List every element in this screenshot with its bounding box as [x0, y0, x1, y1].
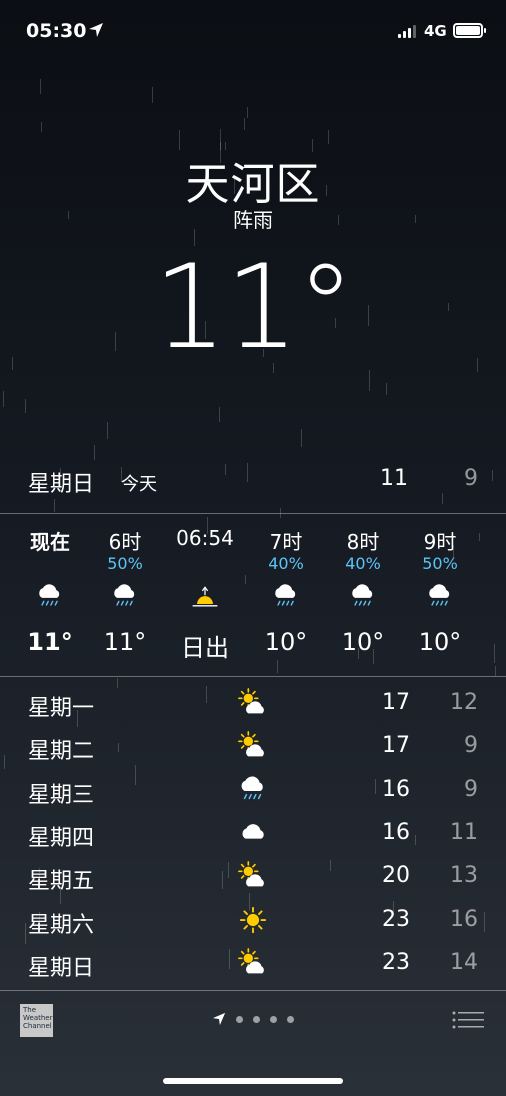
hour-time: 1( — [478, 526, 506, 550]
page-indicator[interactable] — [212, 1012, 294, 1026]
daily-forecast-row: 星期六 23 16 — [0, 899, 506, 942]
city-name: 天河区 — [185, 159, 321, 210]
today-day: 星期日 — [28, 472, 95, 497]
day-name: 星期五 — [28, 869, 95, 895]
hour-value: 11° — [103, 628, 147, 656]
hour-time: 现在 — [30, 530, 70, 554]
day-low: 16 — [450, 906, 478, 932]
today-label: 今天 — [121, 474, 157, 495]
status-time: 05:30 — [26, 20, 87, 42]
rain-cloud-icon — [110, 582, 140, 612]
precipitation-chance: 40% — [268, 554, 304, 573]
day-high: 16 — [382, 819, 410, 845]
weather-condition: 阵雨 — [233, 208, 273, 232]
page-dot[interactable] — [236, 1015, 243, 1023]
day-low: 11 — [450, 819, 478, 845]
hour-time: 6时 — [108, 530, 142, 554]
partly-cloudy-icon — [236, 688, 270, 718]
rain-cloud-icon — [35, 582, 65, 612]
status-bar: 05:30 4G — [0, 0, 506, 60]
hourly-forecast-scroller[interactable]: 现在 11° 6时 50% 11° 06:54 日出 7时 40% 10° 8时… — [0, 514, 506, 676]
today-high: 11 — [380, 466, 408, 491]
precipitation-chance: 50% — [422, 554, 458, 573]
home-indicator[interactable] — [163, 1078, 343, 1084]
hour-value: 日出 — [181, 634, 229, 662]
daily-forecast-row: 星期四 16 11 — [0, 812, 506, 855]
hour-value: 10° — [264, 628, 308, 656]
current-temperature: 11° — [153, 240, 355, 375]
hour-time: 9时 — [423, 530, 457, 554]
hour-value: 10° — [341, 628, 385, 656]
hour-time: 06:54 — [176, 526, 234, 550]
day-name: 星期四 — [28, 825, 95, 851]
daily-forecast-row: 星期日 23 14 — [0, 942, 506, 985]
day-high: 20 — [382, 863, 410, 889]
hour-value: 1 — [478, 628, 506, 656]
hour-value: 10° — [418, 628, 462, 656]
battery-icon — [453, 23, 486, 38]
daily-forecast-row: 星期五 20 13 — [0, 855, 506, 898]
today-low: 9 — [464, 466, 478, 491]
cloud-icon — [236, 818, 270, 848]
precipitation-chance: 5 — [478, 554, 506, 573]
precipitation-chance: 50% — [107, 554, 143, 573]
day-low: 9 — [464, 733, 478, 759]
bottom-toolbar: The Weather Channel — [0, 990, 506, 1052]
day-high: 16 — [382, 776, 410, 802]
day-high: 23 — [382, 949, 410, 975]
day-name: 星期一 — [28, 696, 95, 721]
daily-forecast-row: 星期三 16 9 — [0, 769, 506, 812]
hour-time: 7时 — [269, 530, 303, 554]
sun-icon — [236, 905, 270, 935]
day-low: 9 — [464, 776, 478, 802]
rain-cloud-icon — [425, 582, 455, 612]
location-arrow-icon — [89, 23, 103, 37]
partly-cloudy-icon — [236, 947, 270, 978]
day-high: 17 — [382, 690, 410, 715]
network-type: 4G — [424, 22, 447, 40]
page-dot[interactable] — [287, 1015, 294, 1023]
daily-forecast-row: 星期二 17 9 — [0, 725, 506, 768]
weather-channel-logo[interactable]: The Weather Channel — [20, 1004, 53, 1037]
hour-value: 11° — [27, 628, 73, 656]
day-low: 12 — [450, 690, 478, 715]
page-dot[interactable] — [253, 1015, 260, 1023]
sunrise-icon — [190, 582, 220, 612]
day-name: 星期日 — [28, 955, 95, 981]
current-location-arrow-icon — [212, 1012, 226, 1026]
hour-time: 8时 — [346, 530, 380, 554]
divider-middle — [0, 676, 506, 677]
day-name: 星期二 — [28, 739, 95, 765]
day-high: 17 — [382, 733, 410, 759]
partly-cloudy-icon — [236, 861, 270, 891]
day-low: 14 — [450, 949, 478, 975]
rain-cloud-icon — [348, 582, 378, 612]
daily-forecast-row: 星期一 17 12 — [0, 682, 506, 725]
partly-cloudy-icon — [236, 731, 270, 761]
cellular-signal-icon — [398, 24, 416, 38]
rain-cloud-icon — [236, 775, 270, 805]
precipitation-chance: 40% — [345, 554, 381, 573]
day-name: 星期六 — [28, 912, 95, 938]
day-high: 23 — [382, 906, 410, 932]
city-list-icon[interactable] — [452, 1010, 484, 1030]
page-dot[interactable] — [270, 1015, 277, 1023]
day-name: 星期三 — [28, 782, 95, 808]
rain-cloud-icon — [271, 582, 301, 612]
today-summary-row: 星期日 今天 11 9 — [28, 462, 478, 502]
day-low: 13 — [450, 863, 478, 889]
